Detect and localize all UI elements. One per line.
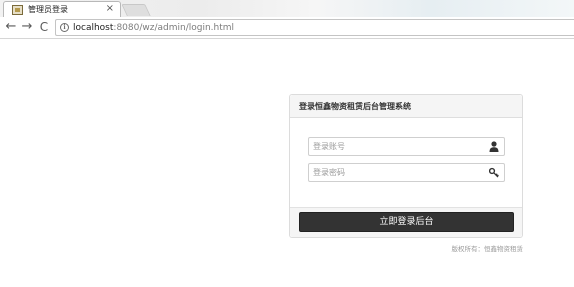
login-panel-title: 登录恒鑫物资租赁后台管理系统 (299, 102, 411, 111)
favicon-icon (12, 5, 23, 15)
tab-title: 管理员登录 (28, 5, 68, 14)
username-field[interactable] (308, 137, 505, 156)
tab-strip: 管理员登录 × (0, 0, 574, 17)
url-text[interactable]: localhost:8080/wz/admin/login.html (73, 22, 234, 34)
copyright-text: 版权所有：恒鑫物资租赁 (451, 245, 524, 253)
login-panel-footer: 立即登录后台 (290, 207, 522, 237)
close-tab-icon[interactable]: × (106, 3, 114, 15)
user-icon (489, 141, 499, 152)
browser-tab[interactable]: 管理员登录 × (3, 1, 121, 17)
site-info-icon[interactable]: i (60, 23, 69, 32)
back-arrow-icon[interactable]: ← (3, 19, 19, 35)
url-path: :8080/wz/admin/login.html (113, 23, 235, 33)
username-input[interactable] (309, 138, 484, 155)
reload-icon[interactable]: C (36, 19, 52, 35)
key-icon (489, 167, 499, 178)
forward-arrow-icon[interactable]: → (19, 19, 35, 35)
login-panel: 登录恒鑫物资租赁后台管理系统 立即登录后台 (289, 94, 523, 238)
login-submit-button[interactable]: 立即登录后台 (299, 212, 514, 232)
password-field[interactable] (308, 163, 505, 182)
browser-toolbar: ← → C i localhost:8080/wz/admin/login.ht… (0, 17, 574, 39)
address-bar[interactable]: i localhost:8080/wz/admin/login.html (55, 19, 574, 36)
login-panel-header: 登录恒鑫物资租赁后台管理系统 (290, 95, 522, 118)
url-host: localhost (73, 23, 114, 33)
new-tab-button[interactable] (121, 4, 151, 16)
password-input[interactable] (309, 164, 484, 181)
